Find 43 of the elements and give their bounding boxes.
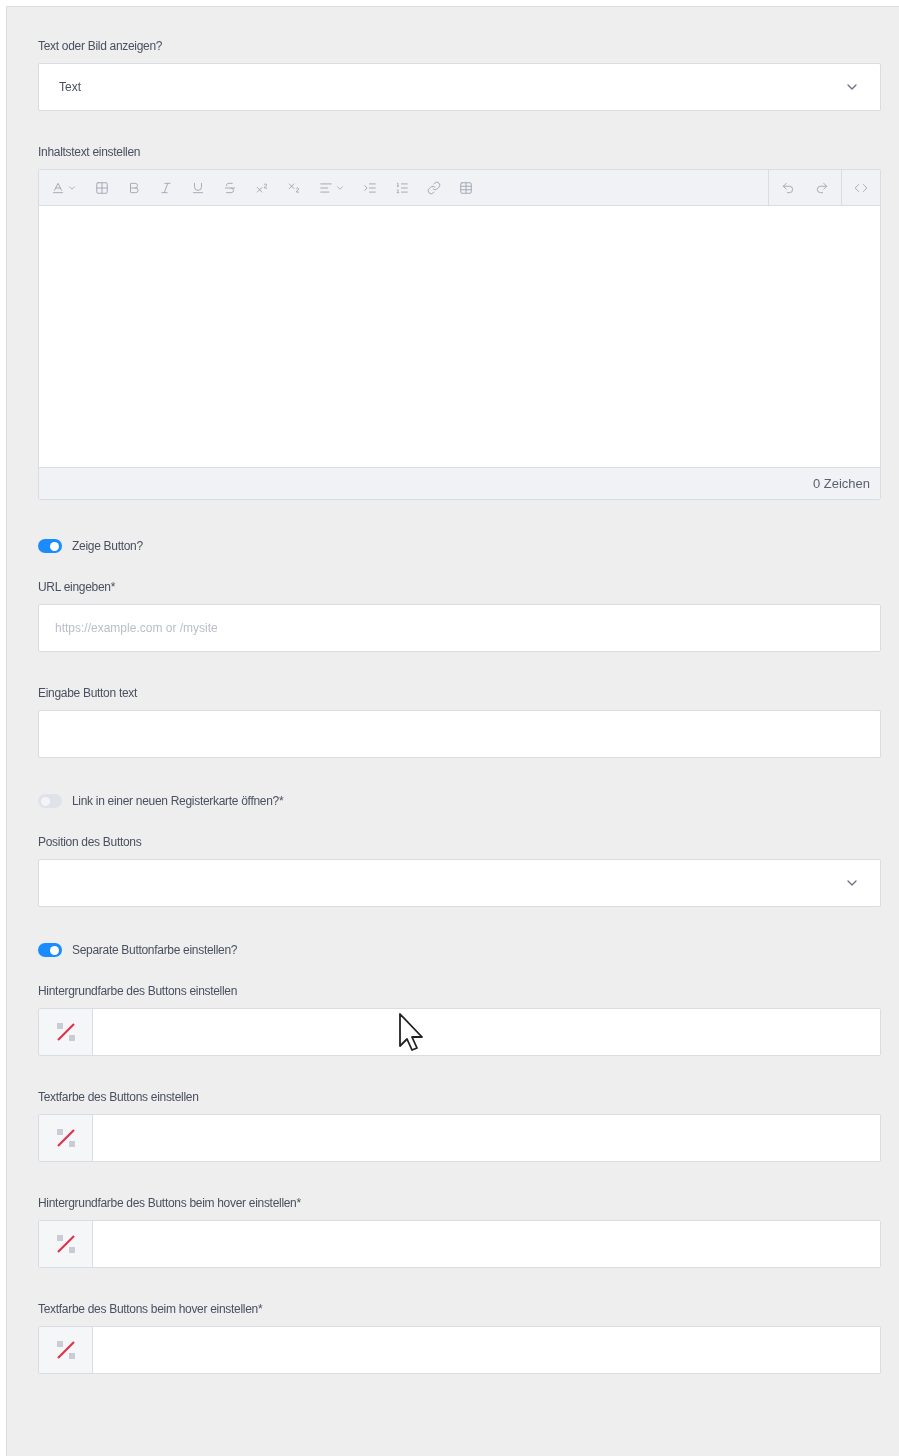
strikethrough-icon[interactable]	[223, 180, 237, 195]
field-label: Hintergrundfarbe des Buttons einstellen	[38, 983, 239, 1000]
align-icon[interactable]	[319, 180, 333, 195]
field-label: Textfarbe des Buttons einstellen	[38, 1089, 200, 1106]
toggle-switch[interactable]	[38, 539, 62, 553]
field-label: Eingabe Button text	[38, 685, 139, 702]
text-input[interactable]: https://example.com or /mysite	[38, 604, 881, 652]
no-color-icon	[54, 1127, 77, 1149]
mouse-pointer-icon	[398, 1012, 424, 1052]
font-color-icon[interactable]	[51, 180, 65, 195]
toggle-label: Link in einer neuen Registerkarte öffnen?*	[72, 793, 284, 810]
link-icon[interactable]	[427, 180, 441, 195]
color-swatch-button[interactable]	[39, 1009, 93, 1055]
field-label: Inhaltstext einstellen	[38, 144, 142, 161]
select-field[interactable]	[38, 859, 881, 907]
select-value: Text	[59, 79, 81, 96]
indent-icon[interactable]	[363, 180, 377, 195]
table-icon[interactable]	[459, 180, 473, 195]
color-swatch-button[interactable]	[39, 1115, 93, 1161]
color-swatch-button[interactable]	[39, 1221, 93, 1267]
italic-icon[interactable]	[159, 180, 173, 195]
no-color-icon	[54, 1021, 77, 1043]
field-label: Textfarbe des Buttons beim hover einstellen*	[38, 1301, 264, 1318]
select-field[interactable]: Text	[38, 63, 881, 111]
toggle-label: Separate Buttonfarbe einstellen?	[72, 942, 238, 959]
toggle-switch[interactable]	[38, 943, 62, 957]
ordered-list-icon[interactable]	[395, 180, 409, 195]
no-color-icon	[54, 1233, 77, 1255]
field-label: Hintergrundfarbe des Buttons beim hover einstellen*	[38, 1195, 302, 1212]
redo-icon[interactable]	[815, 180, 829, 195]
bold-icon[interactable]	[127, 180, 141, 195]
text-input[interactable]	[38, 710, 881, 758]
subscript-icon[interactable]	[287, 180, 301, 195]
character-count: 0 Zeichen	[812, 474, 870, 493]
no-color-icon	[54, 1339, 77, 1361]
superscript-icon[interactable]	[255, 180, 269, 195]
field-label: Position des Buttons	[38, 834, 143, 851]
undo-icon[interactable]	[781, 180, 795, 195]
toggle-label: Zeige Button?	[72, 538, 143, 555]
color-swatch-button[interactable]	[39, 1327, 93, 1373]
field-label: URL eingeben*	[38, 579, 117, 596]
field-label: Text oder Bild anzeigen?	[38, 38, 164, 55]
underline-icon[interactable]	[191, 180, 205, 195]
